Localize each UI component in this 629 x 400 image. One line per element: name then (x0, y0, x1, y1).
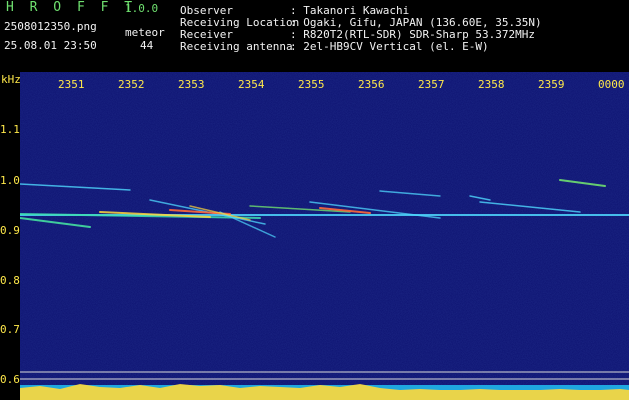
header-panel: H R O F F T 1.0.0 2508012350.png meteor … (0, 0, 629, 72)
x-axis: 2351 2352 2353 2354 2355 2356 2357 2358 … (20, 72, 629, 92)
x-tick: 2357 (418, 78, 445, 91)
spectrogram-plot: 2351 2352 2353 2354 2355 2356 2357 2358 … (20, 72, 629, 400)
x-tick: 2355 (298, 78, 325, 91)
activity-bar (20, 384, 629, 400)
noise-texture (20, 72, 629, 400)
y-tick: 1.1 (0, 123, 20, 136)
x-tick: 0000 (598, 78, 625, 91)
y-axis-unit: kHz (1, 73, 21, 86)
antenna-value: : 2el-HB9CV Vertical (el. E-W) (290, 40, 489, 53)
y-tick: 0.6 (0, 373, 20, 386)
x-tick: 2356 (358, 78, 385, 91)
spectrogram-svg (20, 72, 629, 400)
x-tick: 2352 (118, 78, 145, 91)
app-version: 1.0.0 (125, 2, 159, 15)
meteor-count: 44 (140, 39, 154, 52)
x-tick: 2358 (478, 78, 505, 91)
x-tick: 2354 (238, 78, 265, 91)
file-name: 2508012350.png (4, 20, 97, 33)
antenna-label: Receiving antenna (180, 40, 293, 53)
app-title: H R O F F T (6, 0, 137, 15)
y-tick: 0.7 (0, 323, 20, 336)
y-tick: 1.0 (0, 174, 20, 187)
date-time: 25.08.01 23:50 (4, 39, 97, 52)
y-tick: 0.9 (0, 224, 20, 237)
x-tick: 2353 (178, 78, 205, 91)
meteor-label: meteor (125, 26, 165, 39)
y-tick: 0.8 (0, 274, 20, 287)
x-tick: 2351 (58, 78, 85, 91)
x-tick: 2359 (538, 78, 565, 91)
